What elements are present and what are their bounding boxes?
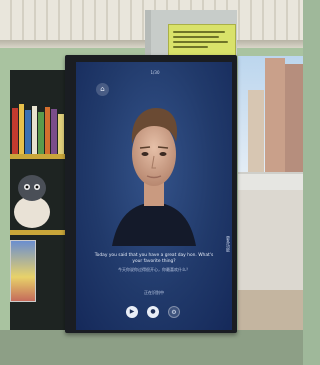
poster [10, 240, 36, 302]
building [285, 64, 303, 176]
play-icon[interactable]: ▶ [126, 306, 138, 318]
shelf-board [10, 154, 72, 159]
subtitle-text: Today you said that you have a great day… [94, 253, 214, 264]
posted-notice [168, 24, 236, 58]
shelf-board [10, 230, 72, 235]
microphone-icon[interactable]: ● [147, 306, 159, 318]
status-label: 正在识别中 [144, 290, 164, 295]
balcony-rail [238, 172, 303, 192]
side-menu-label[interactable]: 更多功能 [225, 236, 231, 252]
building [248, 90, 264, 176]
toy-figure [10, 168, 54, 230]
gear-icon[interactable]: ⚙ [168, 306, 180, 318]
home-icon[interactable]: ⌂ [96, 83, 109, 96]
subtitle-translation: 今天你说你过得很开心，你最喜欢什么？ [118, 267, 190, 272]
top-label: 1/30 [150, 70, 160, 75]
books [12, 102, 70, 154]
building [265, 58, 285, 176]
avatar-portrait [112, 96, 196, 246]
photo-scene: ⌂ 1/30 Today you said that you have a gr… [0, 0, 303, 365]
floor [0, 330, 303, 365]
